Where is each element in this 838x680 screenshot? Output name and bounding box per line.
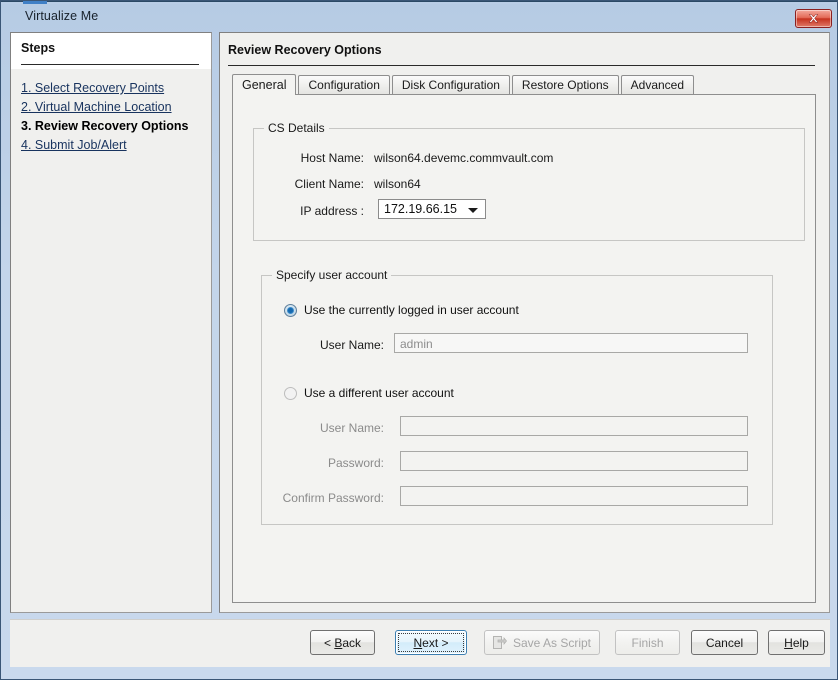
password-input[interactable] — [400, 451, 748, 471]
dialog-button-bar: < Back Next > Save As Script Finish Canc… — [10, 619, 830, 667]
client-name-value: wilson64 — [374, 177, 421, 191]
help-button-label: Help — [784, 635, 809, 650]
user-account-group: Specify user account Use the currently l… — [261, 268, 773, 525]
cancel-button[interactable]: Cancel — [691, 630, 758, 655]
sidebar-item-select-recovery-points[interactable]: 1. Select Recovery Points — [21, 79, 211, 98]
tab-advanced[interactable]: Advanced — [620, 75, 695, 95]
current-username-label: User Name: — [319, 338, 384, 352]
cs-details-legend: CS Details — [264, 121, 329, 135]
tab-panel-general: CS Details Host Name: wilson64.devemc.co… — [232, 94, 816, 603]
radio-current-label: Use the currently logged in user account — [304, 303, 519, 317]
virtualize-me-window: Virtualize Me Steps 1. Select Recovery P… — [0, 0, 838, 680]
ip-address-label: IP address : — [300, 204, 364, 218]
client-name-label: Client Name: — [294, 177, 364, 191]
save-as-script-button: Save As Script — [484, 630, 600, 655]
window-title: Virtualize Me — [25, 9, 99, 23]
confirm-password-input[interactable] — [400, 486, 748, 506]
close-icon — [808, 14, 819, 23]
cs-details-group: CS Details Host Name: wilson64.devemc.co… — [253, 121, 805, 241]
sidebar-item-review-recovery-options: 3. Review Recovery Options — [21, 119, 189, 133]
different-username-input[interactable] — [400, 416, 748, 436]
user-account-legend: Specify user account — [272, 268, 392, 282]
host-name-value: wilson64.devemc.commvault.com — [374, 151, 554, 165]
radio-use-current-account[interactable]: Use the currently logged in user account — [284, 303, 519, 317]
next-button-label: Next > — [413, 635, 449, 650]
cancel-button-label: Cancel — [705, 635, 744, 650]
steps-list: 1. Select Recovery Points 2. Virtual Mac… — [11, 69, 211, 612]
save-as-script-label: Save As Script — [512, 635, 592, 650]
help-button[interactable]: Help — [768, 630, 825, 655]
tab-general[interactable]: General — [232, 74, 297, 95]
tab-configuration[interactable]: Configuration — [298, 75, 390, 95]
finish-button: Finish — [615, 630, 680, 655]
host-name-label: Host Name: — [300, 151, 364, 165]
sidebar-item-submit-job-alert[interactable]: 4. Submit Job/Alert — [21, 136, 211, 155]
steps-sidebar: Steps 1. Select Recovery Points 2. Virtu… — [10, 32, 212, 613]
radio-different-indicator — [284, 386, 297, 400]
page-title-divider — [228, 65, 815, 66]
chevron-down-icon — [468, 208, 478, 213]
back-button[interactable]: < Back — [310, 630, 375, 655]
content-panel: Review Recovery Options General Configur… — [219, 32, 830, 613]
steps-header: Steps — [11, 33, 211, 69]
page-title: Review Recovery Options — [228, 43, 382, 57]
radio-use-different-account[interactable]: Use a different user account — [284, 386, 454, 400]
window-outer-border — [1, 1, 837, 2]
password-label: Password: — [327, 456, 384, 470]
steps-heading-divider — [21, 64, 199, 65]
title-bar: Virtualize Me — [1, 4, 837, 32]
ip-address-value: 172.19.66.15 — [384, 202, 457, 216]
back-button-label: < Back — [323, 635, 362, 650]
current-username-value: admin — [400, 337, 433, 351]
tab-strip: General Configuration Disk Configuration… — [232, 74, 816, 95]
tab-disk-configuration[interactable]: Disk Configuration — [391, 75, 510, 95]
confirm-password-label: Confirm Password: — [282, 491, 384, 505]
steps-heading: Steps — [21, 41, 56, 55]
current-username-input[interactable]: admin — [394, 333, 748, 353]
sidebar-item-virtual-machine-location[interactable]: 2. Virtual Machine Location — [21, 98, 211, 117]
radio-current-indicator — [284, 303, 297, 317]
script-icon — [492, 636, 507, 649]
close-button[interactable] — [795, 9, 832, 28]
tab-restore-options[interactable]: Restore Options — [511, 75, 619, 95]
finish-button-label: Finish — [631, 635, 664, 650]
next-button[interactable]: Next > — [395, 630, 467, 655]
ip-address-dropdown[interactable]: 172.19.66.15 — [378, 199, 486, 219]
different-username-label: User Name: — [319, 421, 384, 435]
radio-different-label: Use a different user account — [304, 386, 454, 400]
